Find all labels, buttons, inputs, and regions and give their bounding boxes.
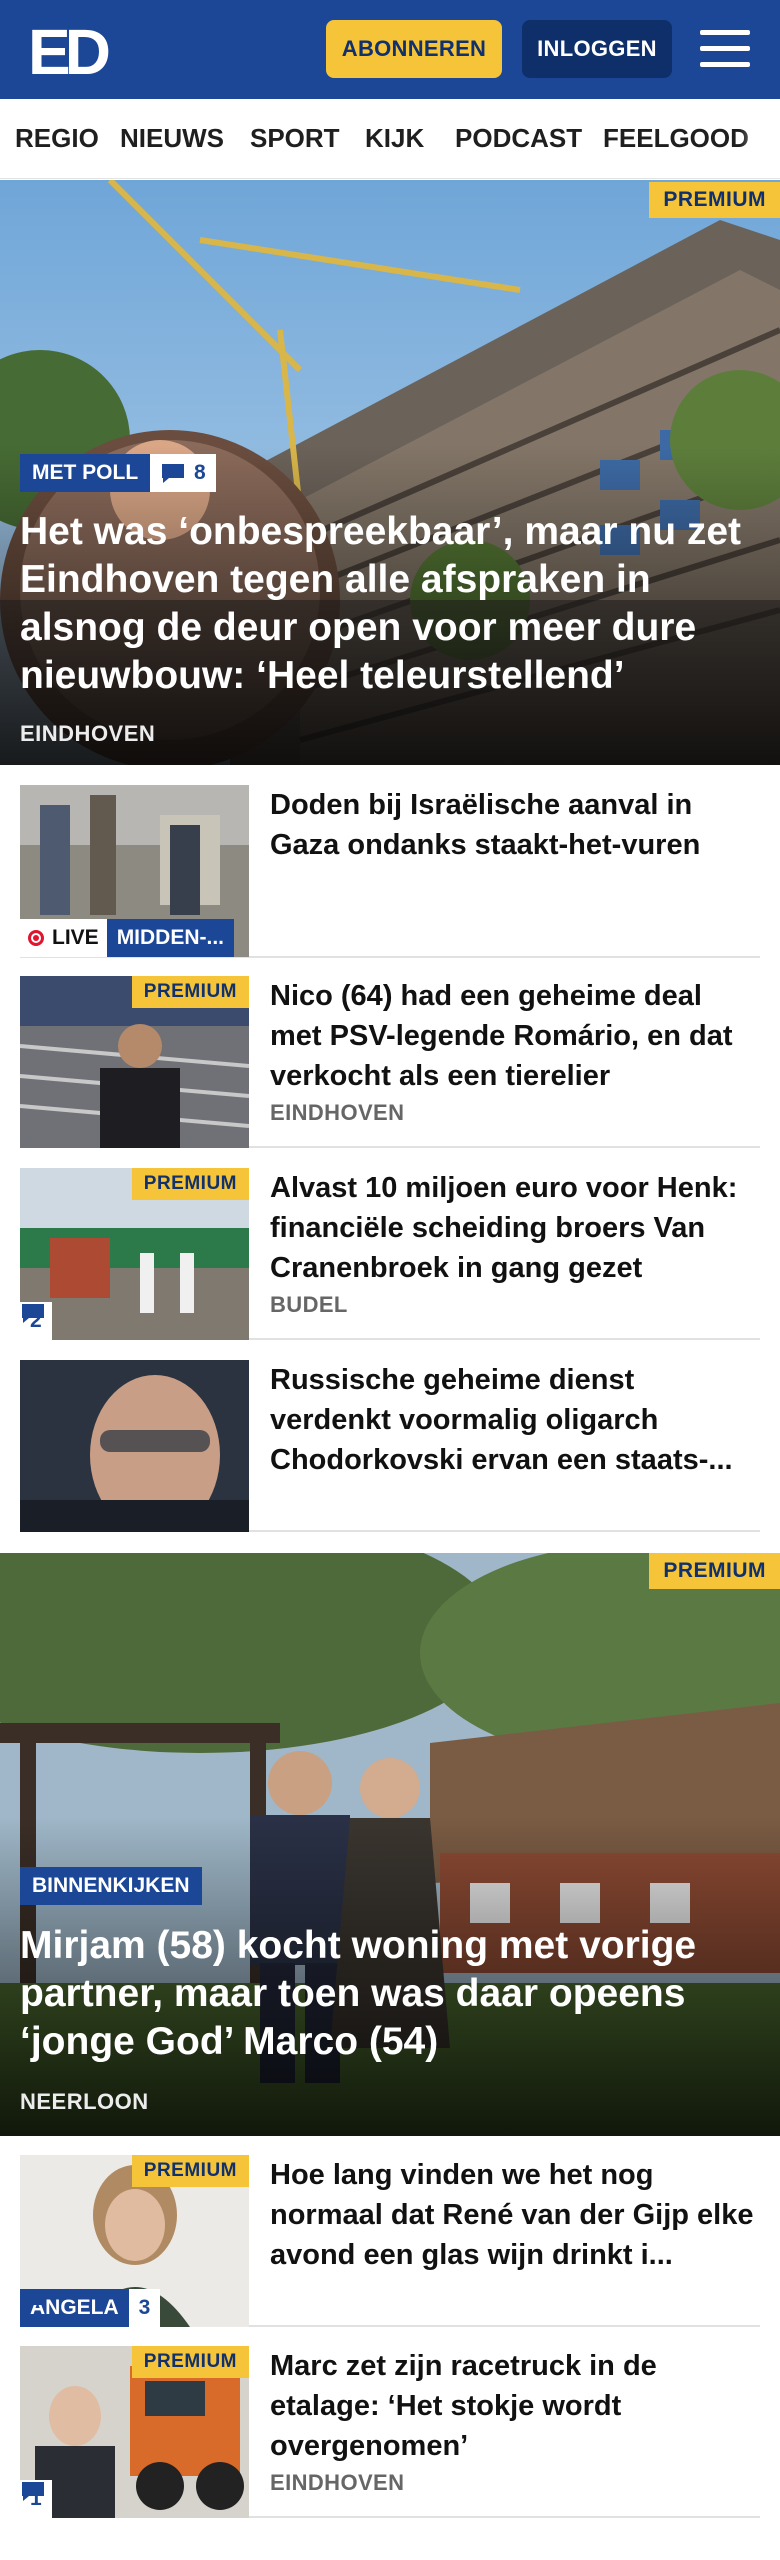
list-item[interactable]: PREMIUM 1 Marc zet zijn racetruck in de … [20,2346,760,2518]
section-label: MIDDEN-... [106,919,235,957]
premium-badge: PREMIUM [131,2155,249,2187]
thumbnail: PREMIUM 1 [20,2346,249,2518]
premium-badge: PREMIUM [649,1553,780,1589]
thumbnail: PREMIUM 2 [20,1168,249,1340]
nav-item-kijk[interactable]: KIJK [365,123,424,154]
site-header: ED ABONNEREN INLOGGEN [0,0,780,99]
hero-location: NEERLOON [20,2089,149,2114]
nav-item-nieuws[interactable]: NIEUWS [120,123,224,154]
comment-count[interactable]: 1 [20,2480,52,2518]
nav-scroll-fade [740,99,780,178]
article-title[interactable]: Russische geheime dienst verdenkt voorma… [270,1360,760,1480]
list-item[interactable]: PREMIUM ANGELA 3 Hoe lang vinden we het … [20,2155,760,2327]
poll-tag: MET POLL [20,454,151,492]
article-title[interactable]: Hoe lang vinden we het nog normaal dat R… [270,2155,760,2275]
nav-item-sport[interactable]: SPORT [250,123,340,154]
svg-text:ED: ED [28,20,109,80]
comment-icon [162,464,184,483]
thumbnail: LIVE MIDDEN-... [20,785,249,957]
comment-count[interactable]: 3 [22,2289,161,2327]
live-icon [28,930,44,946]
article-title[interactable]: Nico (64) had een geheime deal met PSV-l… [270,976,760,1096]
article-location: BUDEL [270,1292,348,1317]
thumbnail-labels: LIVE MIDDEN-... [20,919,235,957]
hamburger-icon[interactable] [700,28,750,70]
ed-logo[interactable]: ED [28,20,118,80]
comment-count-value: 8 [194,461,206,484]
list-item[interactable]: LIVE MIDDEN-... Doden bij Israëlische aa… [20,785,760,958]
comment-count-value: 3 [138,2296,151,2319]
hero-title[interactable]: Het was ‘onbespreekbaar’, maar nu zet Ei… [20,508,760,700]
nav-item-regio[interactable]: REGIO [15,123,99,154]
subscribe-button[interactable]: ABONNEREN [326,20,502,78]
comment-count[interactable]: 2 [20,1302,52,1340]
login-button[interactable]: INLOGGEN [522,20,672,78]
article-title[interactable]: Marc zet zijn racetruck in de etalage: ‘… [270,2346,760,2466]
premium-badge: PREMIUM [131,1168,249,1200]
thumbnail-labels: ANGELA 3 [20,2289,161,2327]
list-item[interactable]: PREMIUM 2 Alvast 10 miljoen euro voor He… [20,1168,760,1340]
list-item[interactable]: Russische geheime dienst verdenkt voorma… [20,1360,760,1532]
comment-count[interactable]: 8 [150,454,216,492]
article-title[interactable]: Doden bij Israëlische aanval in Gaza ond… [270,785,760,865]
hero-article[interactable]: PREMIUM BINNENKIJKEN Mirjam (58) kocht w… [0,1553,780,2136]
article-location: EINDHOVEN [270,2470,405,2495]
live-badge: LIVE [20,919,107,957]
article-title[interactable]: Alvast 10 miljoen euro voor Henk: financ… [270,1168,760,1288]
thumbnail: PREMIUM ANGELA 3 [20,2155,249,2327]
thumbnail: PREMIUM [20,976,249,1148]
section-tag: BINNENKIJKEN [20,1867,202,1905]
premium-badge: PREMIUM [649,182,780,218]
thumbnail-labels: 2 [20,1302,52,1340]
section-nav: REGIO NIEUWS SPORT KIJK PODCAST FEELGOOD [0,99,780,179]
thumbnail-image-portrait [20,1360,249,1532]
comment-icon [22,1304,44,1323]
live-label: LIVE [52,926,99,949]
comment-icon [22,2291,44,2310]
list-item[interactable]: PREMIUM Nico (64) had een geheime deal m… [20,976,760,1148]
hero-title[interactable]: Mirjam (58) kocht woning met vorige part… [20,1922,760,2066]
hero-location: EINDHOVEN [20,721,156,746]
nav-item-feelgood[interactable]: FEELGOOD [603,123,749,154]
article-location: EINDHOVEN [270,1100,405,1125]
hero-article[interactable]: PREMIUM MET POLL 8 Het was ‘onbespreekba… [0,180,780,765]
premium-badge: PREMIUM [131,2346,249,2378]
thumbnail [20,1360,249,1532]
premium-badge: PREMIUM [131,976,249,1008]
comment-icon [22,2482,44,2501]
nav-item-podcast[interactable]: PODCAST [455,123,582,154]
thumbnail-labels: 1 [20,2480,52,2518]
